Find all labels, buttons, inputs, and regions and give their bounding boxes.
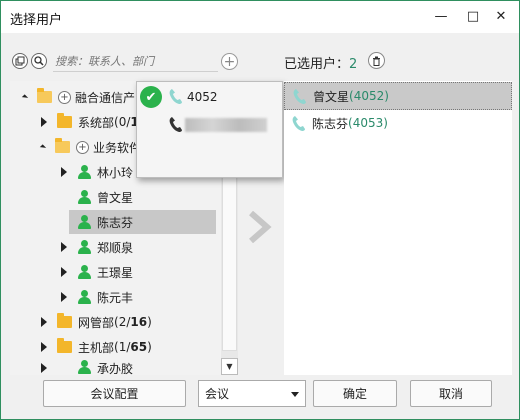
user-icon — [77, 290, 91, 304]
user-name: 陈元丰 — [97, 290, 134, 305]
tree-node-count-total: 65 — [130, 340, 148, 354]
tree-user-row[interactable]: 陈元丰 — [61, 285, 133, 309]
expand-right-icon[interactable] — [61, 242, 67, 252]
tree-node-count: (1/ — [114, 340, 131, 354]
user-name: 郑顺泉 — [97, 240, 134, 255]
title-bar: 选择用户 — □ ✕ — [1, 1, 519, 33]
expand-right-icon[interactable] — [61, 167, 67, 177]
tree-node-label: 网管部 — [78, 315, 115, 330]
tree-user-row[interactable]: 曾文星 — [77, 185, 133, 209]
user-icon — [77, 165, 91, 179]
search-input[interactable] — [55, 51, 215, 71]
expand-right-icon[interactable] — [61, 267, 67, 277]
tree-node-label: 融合通信产 — [75, 90, 136, 105]
tree-node-root[interactable]: + 融合通信产 — [21, 85, 136, 109]
user-icon — [77, 215, 91, 229]
tree-node-network-dept[interactable]: 网管部 (2/ 16 ) — [41, 310, 152, 334]
tree-node-count: (0/ — [114, 115, 131, 129]
selected-count: 2 — [349, 57, 358, 72]
add-contact-button[interactable]: + — [221, 53, 238, 70]
folder-icon — [57, 113, 72, 128]
check-icon: ✔ — [140, 86, 162, 108]
selected-users-list: 曾文星 (4052) 陈志芬 (4053) — [284, 81, 512, 375]
expand-right-icon[interactable] — [41, 342, 47, 352]
tree-node-business-software[interactable]: + 业务软件 — [39, 135, 142, 159]
user-name: 曾文星 — [97, 190, 134, 205]
user-icon — [77, 360, 91, 374]
tree-node-count-total: 16 — [130, 315, 148, 329]
selected-user-ext: (4052) — [349, 89, 389, 103]
expand-right-icon[interactable] — [41, 363, 47, 373]
selected-user-item[interactable]: 陈志芬 (4053) — [284, 109, 512, 137]
folder-icon — [57, 313, 72, 328]
phone-icon — [169, 88, 183, 108]
search-underline — [53, 71, 218, 72]
expand-down-icon[interactable] — [39, 143, 47, 151]
user-name: 王璟星 — [97, 265, 134, 280]
selected-users-title: 已选用户：2 — [284, 53, 357, 72]
confirm-button[interactable]: 确定 — [313, 380, 397, 407]
selected-user-item[interactable]: 曾文星 (4052) — [284, 82, 512, 110]
folder-icon — [37, 88, 52, 103]
phone-icon — [292, 115, 305, 131]
meeting-config-button[interactable]: 会议配置 — [43, 380, 186, 407]
expand-right-icon[interactable] — [41, 117, 47, 127]
user-icon — [77, 240, 91, 254]
scroll-down-arrow-icon[interactable]: ▼ — [221, 358, 238, 375]
window-title: 选择用户 — [10, 13, 63, 28]
selected-users-label: 已选用户： — [284, 57, 350, 72]
phone-icon — [293, 88, 306, 104]
popup-ext-label: 4052 — [187, 90, 218, 104]
minimize-button[interactable]: — — [432, 7, 450, 25]
mode-select[interactable]: 会议 — [198, 380, 306, 407]
tree-node-partial[interactable]: 承办胶 — [41, 360, 133, 375]
add-circle-icon[interactable]: + — [58, 90, 71, 104]
blurred-number — [185, 118, 267, 132]
tree-node-count-end: ) — [147, 315, 152, 329]
selected-user-name: 陈志芬 — [312, 116, 349, 131]
mode-select-value: 会议 — [205, 387, 230, 401]
selected-user-ext: (4053) — [348, 116, 388, 130]
user-name: 承办胶 — [97, 362, 134, 375]
select-user-dialog: 选择用户 — □ ✕ + + 融合通信产 系统部 (0/ 16 + 业务软件 林 — [0, 0, 520, 420]
tree-node-count: (2/ — [114, 315, 131, 329]
tree-node-host-dept[interactable]: 主机部 (1/ 65 ) — [41, 335, 152, 359]
tree-user-row-selected[interactable]: 陈志芬 — [77, 210, 133, 234]
user-icon — [77, 190, 91, 204]
popup-option-ext[interactable]: ✔ 4052 — [137, 83, 282, 111]
user-icon — [77, 265, 91, 279]
search-icon[interactable] — [31, 53, 47, 69]
add-circle-icon[interactable]: + — [76, 140, 89, 154]
user-name: 林小玲 — [97, 165, 134, 180]
tree-node-label: 系统部 — [78, 115, 115, 130]
maximize-button[interactable]: □ — [464, 7, 482, 25]
tree-node-count-end: ) — [147, 340, 152, 354]
tree-node-system-dept[interactable]: 系统部 (0/ 16 — [41, 110, 147, 134]
collapse-all-icon[interactable] — [12, 53, 28, 69]
tree-user-row[interactable]: 郑顺泉 — [61, 235, 133, 259]
trash-icon[interactable] — [368, 52, 385, 69]
user-name: 陈志芬 — [97, 215, 134, 230]
folder-icon — [57, 338, 72, 353]
phone-select-popup: ✔ 4052 — [136, 81, 283, 178]
phone-dark-icon — [169, 116, 183, 136]
folder-icon — [55, 138, 70, 153]
selected-user-name: 曾文星 — [313, 89, 350, 104]
close-button[interactable]: ✕ — [492, 7, 510, 25]
tree-user-row[interactable]: 林小玲 — [61, 160, 133, 184]
expand-down-icon[interactable] — [21, 93, 29, 101]
expand-right-icon[interactable] — [41, 317, 47, 327]
popup-option-mobile[interactable] — [137, 111, 282, 139]
expand-right-icon[interactable] — [61, 292, 67, 302]
tree-user-row[interactable]: 王璟星 — [61, 260, 133, 284]
cancel-button[interactable]: 取消 — [410, 380, 492, 407]
chevron-down-icon — [291, 392, 299, 397]
move-right-arrow-icon[interactable] — [247, 211, 273, 243]
tree-node-label: 主机部 — [78, 340, 115, 355]
tree-node-label: 业务软件 — [93, 140, 142, 155]
